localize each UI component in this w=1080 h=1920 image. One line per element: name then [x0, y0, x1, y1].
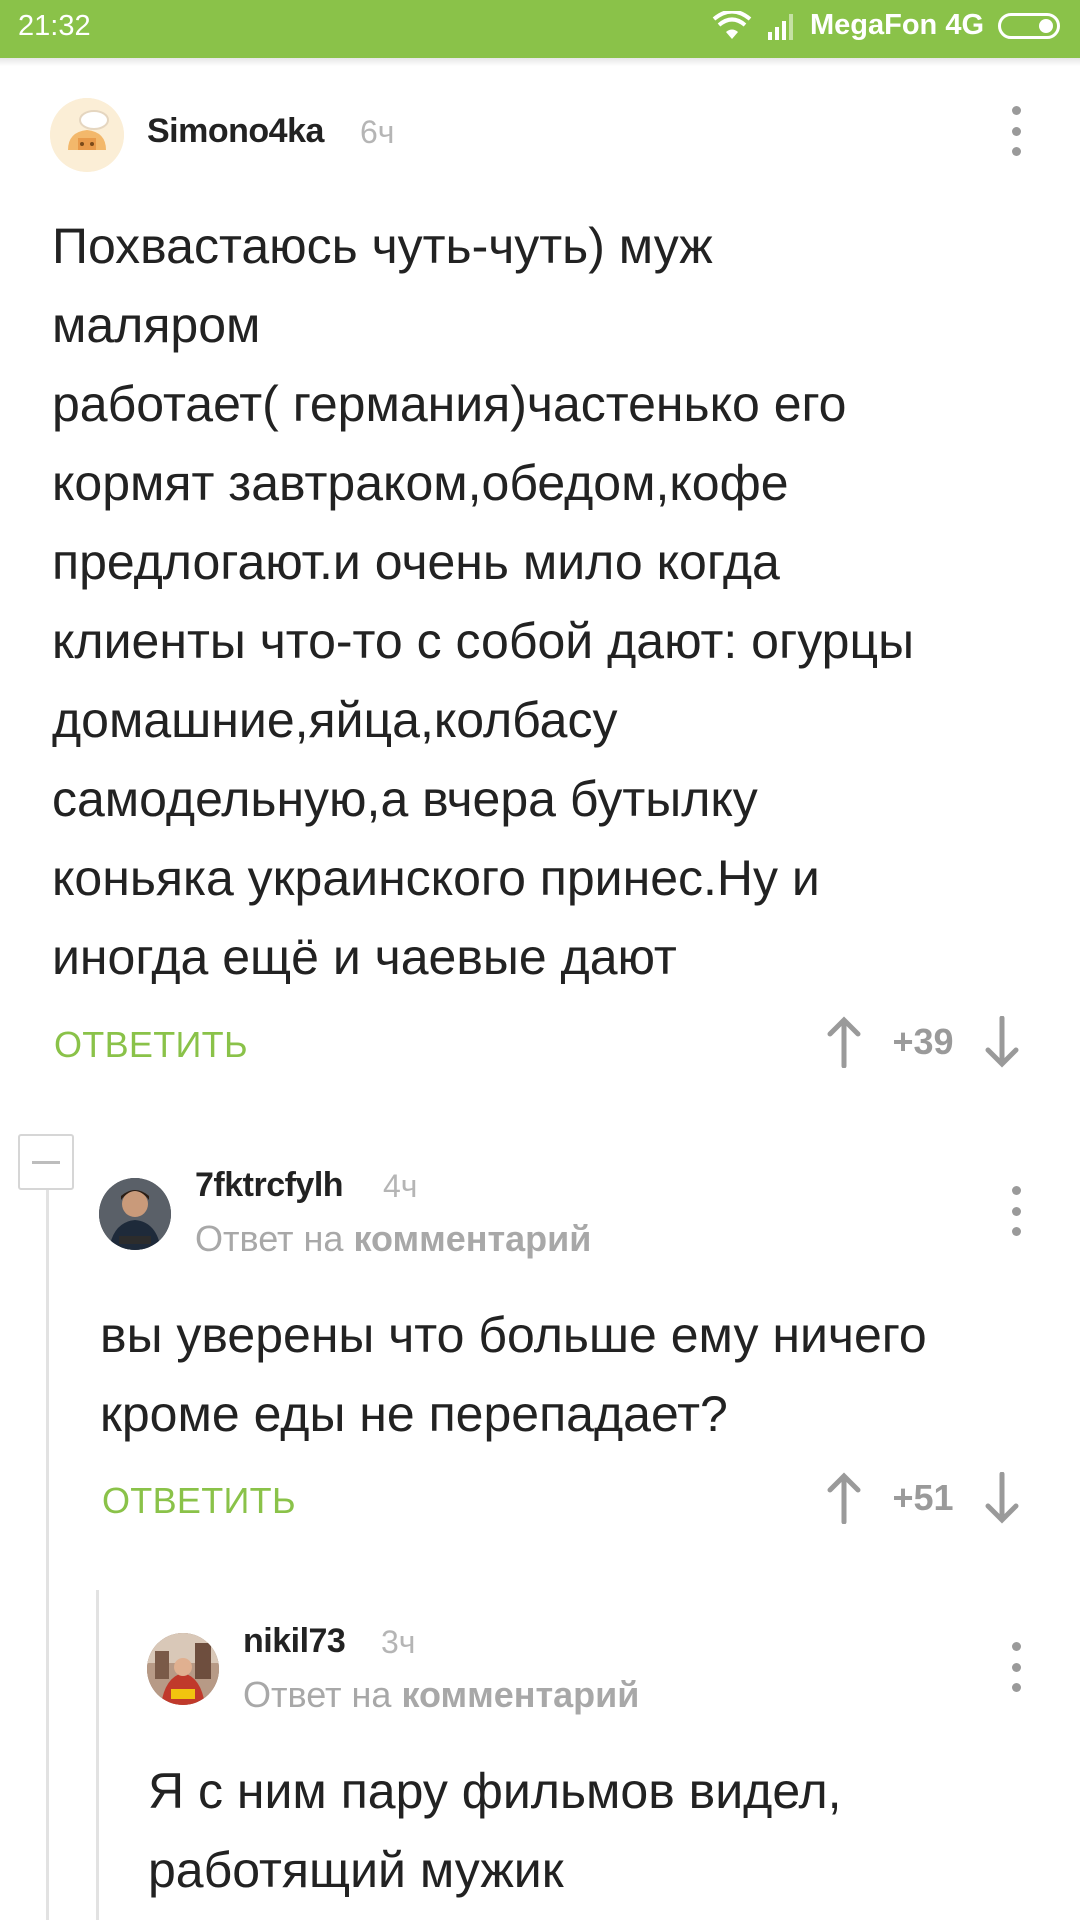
user-avatar-image — [50, 98, 124, 172]
avatar[interactable] — [99, 1178, 171, 1250]
reply-to-link[interactable]: комментарий — [401, 1674, 639, 1715]
signal-icon — [767, 13, 793, 40]
comment-text: Я с ним пару фильмов видел, работящий му… — [148, 1763, 842, 1898]
vote-controls: +51 — [820, 1472, 1026, 1524]
more-vert-icon[interactable] — [1009, 106, 1023, 156]
collapse-thread-button[interactable] — [18, 1134, 74, 1190]
thread-line-level-2 — [96, 1590, 99, 1920]
comment-time: 6ч — [360, 114, 395, 150]
reply-button[interactable]: ОТВЕТИТЬ — [102, 1480, 296, 1522]
comment-time: 3ч — [381, 1624, 416, 1660]
toolbar-shadow — [0, 58, 1080, 66]
comment-text: вы уверены что больше ему ничего кроме е… — [100, 1307, 927, 1442]
status-bar: 21:32 MegaFon 4G — [0, 0, 1080, 58]
avatar[interactable] — [50, 98, 124, 172]
score: +51 — [892, 1477, 954, 1518]
user-avatar-image — [147, 1633, 219, 1705]
reply-button[interactable]: ОТВЕТИТЬ — [54, 1024, 248, 1066]
thread-line-level-1 — [46, 1190, 49, 1920]
wifi-icon — [712, 10, 752, 39]
comment-time: 4ч — [383, 1168, 418, 1204]
reply-to-label: Ответ на комментарий — [195, 1218, 591, 1260]
more-vert-icon[interactable] — [1009, 1642, 1023, 1692]
user-avatar-image — [99, 1178, 171, 1250]
downvote-arrow-icon[interactable] — [978, 1472, 1026, 1524]
comment-text: Похвастаюсь чуть-чуть) муж маляром работ… — [52, 218, 915, 985]
battery-icon — [998, 12, 1060, 39]
downvote-arrow-icon[interactable] — [978, 1016, 1026, 1068]
avatar[interactable] — [147, 1633, 219, 1705]
score: +39 — [892, 1021, 954, 1062]
reply-to-prefix: Ответ на — [195, 1218, 354, 1259]
upvote-arrow-icon[interactable] — [820, 1016, 868, 1068]
status-indicators: MegaFon 4G — [712, 9, 1060, 42]
carrier-label: MegaFon 4G — [809, 9, 984, 41]
upvote-arrow-icon[interactable] — [820, 1472, 868, 1524]
reply-to-prefix: Ответ на — [243, 1674, 402, 1715]
username[interactable]: 7fktrcfylh — [195, 1166, 344, 1205]
vote-controls: +39 — [820, 1016, 1026, 1068]
status-time: 21:32 — [18, 10, 91, 42]
reply-to-label: Ответ на комментарий — [243, 1674, 639, 1716]
username[interactable]: Simono4ka — [147, 112, 324, 151]
more-vert-icon[interactable] — [1009, 1186, 1023, 1236]
reply-to-link[interactable]: комментарий — [353, 1218, 591, 1259]
username[interactable]: nikil73 — [243, 1622, 346, 1661]
